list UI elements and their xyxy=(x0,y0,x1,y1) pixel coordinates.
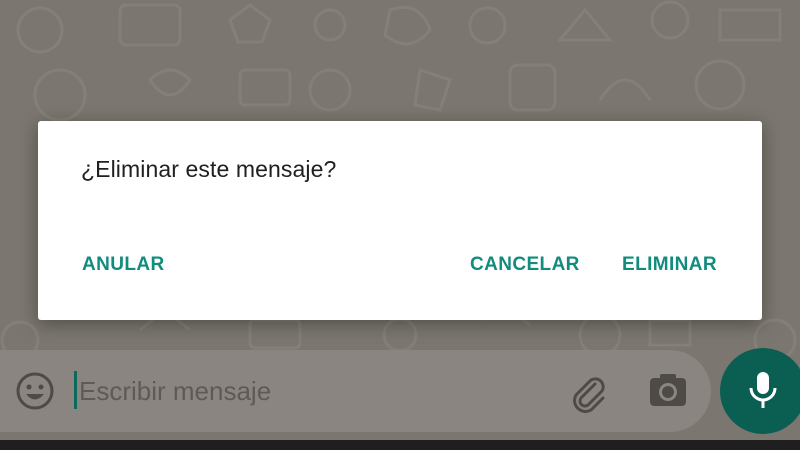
message-input[interactable] xyxy=(79,373,479,409)
paperclip-icon[interactable] xyxy=(565,370,609,414)
cancelar-button[interactable]: CANCELAR xyxy=(470,254,580,276)
delete-message-dialog: ¿Eliminar este mensaje? ANULAR CANCELAR … xyxy=(38,121,762,320)
dialog-title: ¿Eliminar este mensaje? xyxy=(81,156,337,182)
microphone-icon xyxy=(749,372,777,408)
emoji-icon[interactable] xyxy=(15,371,55,411)
text-cursor xyxy=(74,371,77,409)
system-bottom-strip xyxy=(0,440,800,450)
camera-icon[interactable] xyxy=(647,370,689,412)
eliminar-button[interactable]: ELIMINAR xyxy=(622,254,717,276)
anular-button[interactable]: ANULAR xyxy=(82,254,165,276)
mic-button[interactable] xyxy=(720,348,800,434)
